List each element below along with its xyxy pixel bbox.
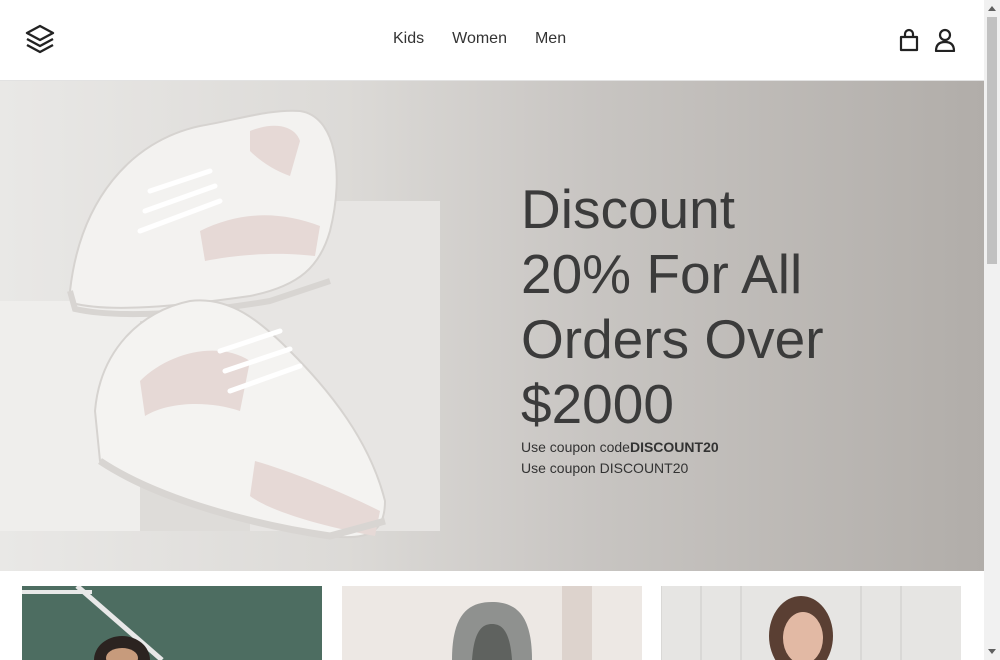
sneakers-image <box>0 109 440 540</box>
hero-banner: Discount 20% For All Orders Over $2000 U… <box>0 81 984 571</box>
site-header: Kids Women Men <box>0 0 984 81</box>
nav-item-kids[interactable]: Kids <box>393 30 424 48</box>
category-cards <box>22 586 962 660</box>
vertical-scrollbar[interactable] <box>984 0 1000 660</box>
scroll-up-icon[interactable] <box>984 0 1000 16</box>
header-actions <box>898 28 956 53</box>
nav-item-women[interactable]: Women <box>452 30 507 48</box>
layers-logo-icon[interactable] <box>25 24 55 56</box>
coupon-line-2: Use coupon DISCOUNT20 <box>521 460 689 476</box>
hero-title: Discount 20% For All Orders Over $2000 <box>521 178 824 435</box>
card-kids[interactable] <box>22 586 322 660</box>
user-icon[interactable] <box>934 28 956 53</box>
hero-content: Discount 20% For All Orders Over $2000 U… <box>521 177 951 479</box>
coupon-code: DISCOUNT20 <box>629 439 719 455</box>
scroll-thumb[interactable] <box>987 17 997 264</box>
card-women[interactable] <box>342 586 642 660</box>
card-women-image <box>342 586 642 660</box>
card-men-image <box>661 586 961 660</box>
nav-item-men[interactable]: Men <box>535 30 566 48</box>
coupon-line-1: Use coupon codeDISCOUNT20 <box>521 437 951 458</box>
main-nav: Kids Women Men <box>393 30 566 48</box>
scroll-down-icon[interactable] <box>984 644 1000 660</box>
card-kids-image <box>22 586 322 660</box>
shopping-bag-icon[interactable] <box>898 28 920 52</box>
coupon-prefix: Use coupon code <box>521 439 630 455</box>
card-men[interactable] <box>661 586 961 660</box>
page: Kids Women Men Discount 20% For All Orde… <box>0 0 984 660</box>
